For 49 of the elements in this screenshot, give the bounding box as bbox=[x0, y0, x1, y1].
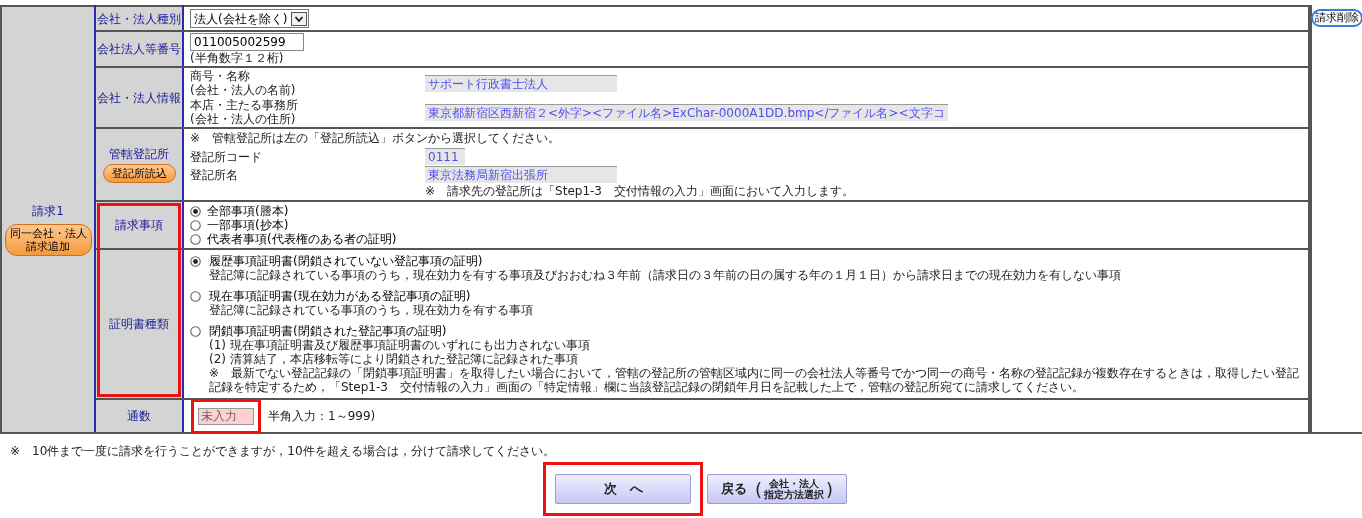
option-label: 一部事項(抄本) bbox=[207, 218, 289, 232]
field-label: 証明書種類 bbox=[109, 317, 169, 331]
notice-text: ※ 10件まで一度に請求を行うことができますが，10件を超える場合は，分けて請求してください。 bbox=[10, 444, 555, 458]
field-label: 会社法人等番号 bbox=[97, 42, 181, 56]
radio-button[interactable] bbox=[190, 326, 201, 337]
note-text: 登記簿に記録されている事項のうち，現在効力を有する事項 bbox=[209, 303, 533, 317]
option-label: 履歴事項証明書(閉鎖されていない登記事項の証明) bbox=[209, 254, 484, 268]
field-label: 商号・名称 bbox=[190, 69, 250, 83]
field-label: 管轄登記所 bbox=[109, 146, 169, 161]
field-label: 本店・主たる事務所 bbox=[190, 98, 298, 112]
radio-button[interactable] bbox=[190, 205, 201, 217]
add-request-button[interactable]: 同一会社・法人 請求追加 bbox=[4, 223, 92, 256]
footnote-text: ※ 請求先の登記所は「Step1-3 交付情報の入力」画面において入力します。 bbox=[425, 184, 854, 198]
radio-button[interactable] bbox=[190, 291, 201, 302]
hint-text: (半角数字１２桁) bbox=[190, 51, 284, 65]
note-text: ※ 最新でない登記記録の「閉鎖事項証明書」を取得したい場合において，管轄の登記所の管轄区域内に同一の会社法人等番号でかつ同一の商号・名称の登記記録が複数存在するときは，取得したい登記記録を特定するため，「Step1-3 交付情報の入力」画面の「特定情報」欄に当該登記記録の閉鎖年月日を記載した上で，管轄の登記所宛てに請求してください。 bbox=[209, 366, 1301, 394]
option-label: 現在事項証明書(現在効力がある登記事項の証明) bbox=[209, 289, 472, 303]
hint-text: 半角入力：1～999) bbox=[268, 409, 376, 423]
field-label: 通数 bbox=[127, 409, 151, 423]
note-text: (1) 現在事項証明書及び履歴事項証明書のいずれにも出力されない事項 bbox=[209, 338, 591, 352]
readonly-field: 東京法務局新宿出張所 bbox=[425, 166, 617, 183]
load-office-button[interactable]: 登記所読込 bbox=[102, 163, 176, 183]
delete-request-button[interactable]: 請求削除 bbox=[1311, 9, 1362, 27]
field-label: 登記所名 bbox=[190, 167, 238, 182]
request-title: 請求1 bbox=[32, 203, 64, 218]
readonly-field: 東京都新宿区西新宿２<外字><ファイル名>ExChar-0000A1DD.bmp</ファイル名><文字コ bbox=[425, 103, 948, 121]
option-label: 代表者事項(代表権のある者の証明) bbox=[207, 232, 397, 246]
readonly-field: 0111 bbox=[425, 148, 465, 165]
sub-label: (会社・法人の名前) bbox=[190, 83, 296, 97]
number-field[interactable]: 011005002599 bbox=[190, 33, 304, 51]
radio-button[interactable] bbox=[190, 233, 201, 245]
option-label: 全部事項(謄本) bbox=[207, 204, 289, 218]
radio-button[interactable] bbox=[190, 219, 201, 231]
field-label: 会社・法人種別 bbox=[97, 11, 181, 26]
next-button[interactable]: 次 へ bbox=[555, 474, 691, 504]
notice-text: ※ 管轄登記所は左の「登記所読込」ボタンから選択してください。 bbox=[190, 131, 561, 145]
field-label: 請求事項 bbox=[115, 218, 163, 232]
note-text: (2) 清算結了，本店移転等により閉鎖された登記簿に記録された事項 bbox=[209, 352, 579, 366]
field-label: 登記所コード bbox=[190, 149, 262, 164]
field-label: 会社・法人情報 bbox=[97, 90, 181, 105]
radio-button[interactable] bbox=[190, 256, 201, 267]
copies-field[interactable]: 未入力 bbox=[198, 407, 254, 425]
caret-icon bbox=[291, 11, 308, 26]
readonly-field: サポート行政書士法人 bbox=[425, 74, 617, 92]
highlight-frame bbox=[191, 398, 261, 434]
sub-label: (会社・法人の住所) bbox=[190, 112, 296, 126]
type-dropdown[interactable]: 法人(会社を除く) bbox=[190, 9, 310, 28]
option-label: 閉鎖事項証明書(閉鎖された登記事項の証明) bbox=[209, 324, 448, 338]
note-text: 登記簿に記録されている事項のうち，現在効力を有する事項及びおおむね３年前（請求日の３年前の日の属する年の１月１日）から請求日までの現在効力を有しない事項 bbox=[209, 268, 1121, 282]
